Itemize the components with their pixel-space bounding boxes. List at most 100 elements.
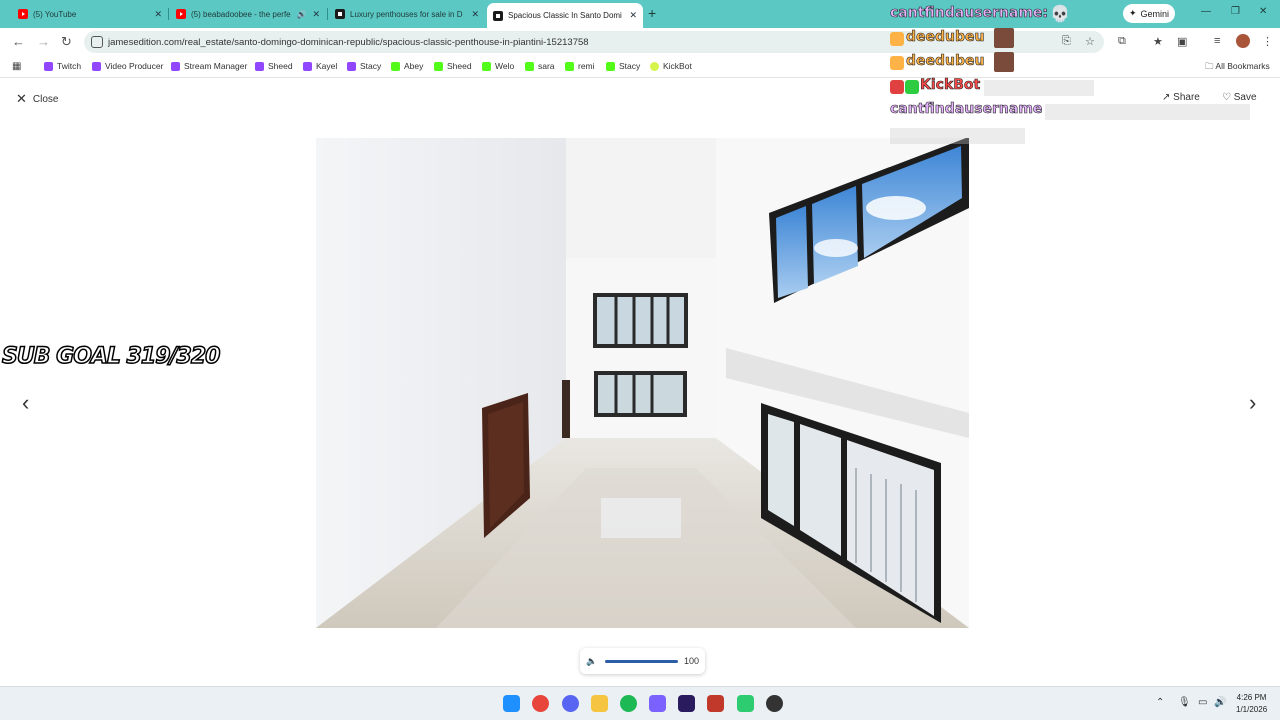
save-label: Save [1233,92,1257,103]
network-icon[interactable]: ▭ [1198,697,1207,708]
tab-youtube[interactable]: (5) YouTube ✕ [12,3,168,25]
minimize-button[interactable]: — [1201,6,1211,17]
gemini-button[interactable]: ✦ Gemini [1123,4,1175,23]
url-text: jamesedition.com/real_estate/santo-domin… [108,36,589,48]
sub-goal-overlay: SUB GOAL 319/320 [1,343,221,370]
kick-icon [434,61,443,71]
emote-icon [994,28,1014,48]
install-app-icon[interactable]: ⎘ [1062,35,1071,48]
tab-beabadoobee[interactable]: (5) beabadoobee - the perfe 🔊 ✕ [168,3,326,25]
bookmark-label: Sheed [447,61,472,71]
forward-icon[interactable]: → [37,34,50,49]
tab-luxury-penthouses[interactable]: Luxury penthouses for sale in D ✕ [327,3,485,25]
bookmark-item[interactable]: Stream Manager [171,61,247,71]
bookmark-item[interactable]: Stacy [606,61,640,71]
bookmarks-icon[interactable]: ★ [1153,35,1163,48]
close-tab-icon[interactable]: ✕ [154,9,162,20]
bookmark-label: remi [578,61,595,71]
close-window-button[interactable]: ✕ [1259,6,1267,17]
emote-icon [994,52,1014,72]
bookmark-label: sara [538,61,555,71]
kick-icon [482,61,491,71]
extensions-icon[interactable]: ⧉ [1118,35,1126,48]
kick-icon [565,61,574,71]
spotify-icon[interactable] [620,695,637,712]
browser-toolbar: ← → ↻ jamesedition.com/real_estate/santo… [0,28,1280,56]
kick-icon [391,61,400,71]
volume-icon[interactable]: 🔊 [1214,697,1226,708]
bookmark-item[interactable]: Sheed [434,61,472,71]
bookmark-item[interactable]: Stacy [347,61,381,71]
time-text: 4:26 PM [1236,693,1267,702]
bookmark-label: Kayel [316,61,338,71]
chevron-up-icon[interactable]: ⌃ [1156,697,1164,708]
close-tab-icon[interactable]: ✕ [312,9,320,20]
sparkle-icon: ✦ [1128,8,1137,18]
bookmark-item[interactable]: Kayel [303,61,337,71]
tab-label: Spacious Classic In Santo Domi [508,11,622,20]
chat-username: deedubeu [906,53,985,70]
windows-start-icon[interactable] [503,695,520,712]
close-tab-icon[interactable]: ✕ [629,10,637,21]
clock[interactable]: 4:26 PM 1/1/2026 [1236,692,1267,716]
twitch-icon [255,61,264,71]
bookmark-item[interactable]: Twitch [44,61,81,71]
share-label: Share [1173,92,1200,103]
bookmark-item[interactable]: sara [525,61,555,71]
sidepanel-icon[interactable]: ▣ [1177,35,1187,48]
volume-slider[interactable] [605,659,678,663]
new-tab-button[interactable]: + [648,5,656,21]
close-label: Close [32,93,59,105]
twitch-icon [347,61,356,71]
bookmark-item[interactable]: Video Producer [92,61,163,71]
file-explorer-icon[interactable] [591,695,608,712]
voicemod-icon[interactable] [707,695,724,712]
apps-grid-icon[interactable]: ▦ [12,61,21,72]
bookmark-item[interactable]: Abey [391,61,423,71]
twitch-icon [171,61,180,71]
speaker-icon[interactable]: 🔊 [296,10,306,19]
bookmark-label: Stacy [619,61,641,71]
copilot-icon[interactable] [649,695,666,712]
share-button[interactable]: ↗ Share [1162,92,1200,103]
bookmarks-bar: ▦ Twitch Video Producer Stream Manager S… [0,56,1280,78]
next-photo-arrow[interactable]: › [1249,390,1256,416]
avatar[interactable] [1236,34,1250,48]
bookmark-item[interactable]: KickBot [650,61,692,71]
all-bookmarks-button[interactable]: 🗀 All Bookmarks [1205,61,1270,75]
tab-label: (5) YouTube [33,9,77,19]
back-icon[interactable]: ← [12,34,25,49]
bookmark-item[interactable]: Sheed [255,61,293,71]
jamesedition-icon [335,9,345,19]
close-tab-icon[interactable]: ✕ [471,9,479,20]
maximize-button[interactable]: ❐ [1231,6,1240,17]
twitch-icon [303,61,312,71]
volume-value: 100 [683,656,699,666]
media-controls-icon[interactable]: ≡ [1214,35,1220,47]
microphone-icon[interactable]: 🎙 [1178,697,1191,708]
app-icon[interactable] [737,695,754,712]
chat-username: KickBot [920,77,981,94]
bookmark-star-icon[interactable]: ☆ [1085,35,1095,48]
close-button[interactable]: ✕ Close [16,91,58,107]
all-bookmarks-label: All Bookmarks [1215,61,1270,71]
obs-icon[interactable] [766,695,783,712]
reload-icon[interactable]: ↻ [61,34,72,50]
previous-photo-arrow[interactable]: ‹ [22,390,29,416]
save-button[interactable]: ♡ Save [1222,92,1257,103]
youtube-icon [18,9,28,19]
menu-icon[interactable]: ⋮ [1262,35,1273,48]
chat-username: deedubeu [906,29,985,46]
site-info-icon[interactable] [91,36,103,48]
tab-spacious-classic[interactable]: Spacious Classic In Santo Domi ✕ [487,3,643,28]
discord-icon[interactable] [562,695,579,712]
volume-popup[interactable]: 🔈 100 [580,648,705,674]
bookmark-label: KickBot [663,61,692,71]
chrome-icon[interactable] [532,695,549,712]
chat-username: cantfindausername: [890,5,1049,22]
badge-icon [890,32,904,46]
twitch-icon [92,61,101,71]
bookmark-item[interactable]: Welo [482,61,514,71]
bookmark-item[interactable]: remi [565,61,595,71]
premiere-icon[interactable] [678,695,695,712]
